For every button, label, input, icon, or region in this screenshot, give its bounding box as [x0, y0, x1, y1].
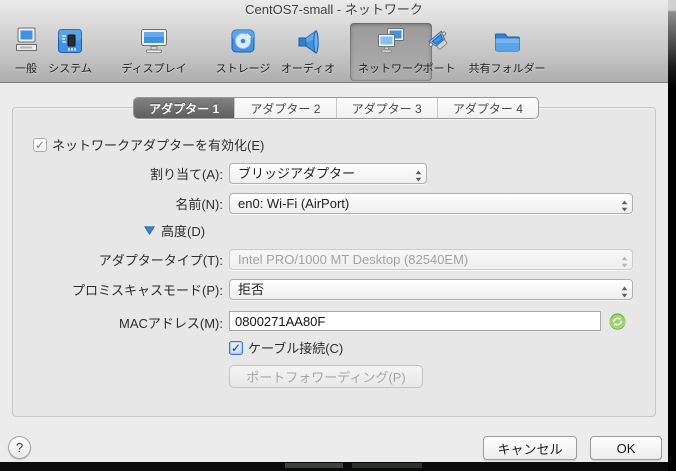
advanced-disclosure[interactable]: 高度(D)	[144, 221, 205, 240]
disclosure-triangle-icon	[144, 223, 155, 238]
cable-connected-label: ケーブル接続(C)	[248, 341, 344, 356]
storage-icon	[228, 23, 258, 59]
toolbar-label: 一般	[15, 63, 37, 75]
enable-adapter-label: ネットワークアダプターを有効化(E)	[52, 138, 265, 153]
toolbar-item-general[interactable]: 一般	[8, 23, 44, 81]
attached-to-label: 割り当て(A):	[150, 167, 223, 182]
general-icon	[11, 23, 41, 59]
attached-to-popup[interactable]: ブリッジアダプター	[229, 163, 427, 184]
advanced-label: 高度(D)	[161, 224, 206, 239]
enable-adapter-checkbox[interactable]: ✓	[33, 137, 47, 152]
audio-icon	[293, 23, 323, 59]
toolbar-item-ports[interactable]: ポート	[414, 23, 464, 81]
toolbar-label: システム	[48, 63, 92, 75]
ports-icon	[424, 23, 454, 59]
window-title: CentOS7-small - ネットワーク	[245, 2, 423, 17]
toolbar-label: オーディオ	[280, 63, 336, 75]
port-forwarding-button: ポートフォワーディング(P)	[229, 365, 423, 388]
name-label: 名前(N):	[175, 197, 223, 212]
background-fragment	[352, 463, 422, 468]
vm-settings-dialog: CentOS7-small - ネットワーク 一般 システム ディスプレイ スト…	[0, 0, 668, 462]
enable-adapter-row: ✓ ネットワークアダプターを有効化(E)	[33, 135, 264, 154]
name-value: en0: Wi-Fi (AirPort)	[238, 196, 350, 211]
system-icon	[55, 23, 85, 59]
adapter-type-label: アダプタータイプ(T):	[98, 253, 223, 268]
window-chrome: CentOS7-small - ネットワーク 一般 システム ディスプレイ スト…	[0, 0, 668, 83]
shared-folders-icon	[491, 23, 523, 59]
refresh-icon[interactable]	[609, 312, 626, 335]
name-popup[interactable]: en0: Wi-Fi (AirPort)	[229, 193, 633, 214]
toolbar-item-display[interactable]: ディスプレイ	[112, 23, 196, 81]
cancel-button[interactable]: キャンセル	[483, 436, 577, 460]
ok-button[interactable]: OK	[590, 436, 662, 460]
background-window-right-strip	[668, 0, 676, 471]
toolbar-item-audio[interactable]: オーディオ	[272, 23, 344, 81]
popup-stepper-icon	[621, 198, 628, 213]
popup-stepper-icon	[621, 284, 628, 299]
adapter-type-value: Intel PRO/1000 MT Desktop (82540EM)	[238, 252, 469, 267]
toolbar-item-shared-folders[interactable]: 共有フォルダー	[458, 23, 556, 81]
popup-stepper-icon	[621, 254, 628, 269]
attached-to-value: ブリッジアダプター	[238, 166, 356, 181]
toolbar-item-system[interactable]: システム	[44, 23, 96, 81]
toolbar-item-storage[interactable]: ストレージ	[206, 23, 280, 81]
toolbar-label: 共有フォルダー	[468, 63, 546, 75]
promiscuous-mode-label: プロミスキャスモード(P):	[72, 283, 223, 298]
promiscuous-mode-popup[interactable]: 拒否	[229, 279, 633, 300]
help-button[interactable]: ?	[8, 436, 31, 459]
cable-connected-checkbox[interactable]: ✓	[229, 340, 243, 355]
background-fragment	[285, 463, 343, 468]
toolbar-label: ディスプレイ	[121, 63, 187, 75]
adapter-tabs: アダプター 1 アダプター 2 アダプター 3 アダプター 4	[133, 97, 539, 119]
background-window-bottom-strip	[0, 462, 668, 471]
network-icon	[375, 23, 407, 59]
adapter-type-popup: Intel PRO/1000 MT Desktop (82540EM)	[229, 249, 633, 270]
mac-address-input[interactable]	[229, 311, 601, 331]
tab-adapter-2[interactable]: アダプター 2	[235, 98, 337, 118]
tab-adapter-1[interactable]: アダプター 1	[134, 98, 236, 118]
cable-connected-row: ✓ ケーブル接続(C)	[229, 338, 343, 357]
adapter-settings-groupbox: ✓ ネットワークアダプターを有効化(E) 割り当て(A): ブリッジアダプター …	[12, 107, 656, 417]
tab-adapter-4[interactable]: アダプター 4	[437, 98, 538, 118]
toolbar-label: ポート	[422, 63, 456, 75]
promiscuous-mode-value: 拒否	[238, 282, 265, 297]
mac-address-label: MACアドレス(M):	[119, 316, 223, 331]
display-icon	[138, 23, 170, 59]
toolbar-label: ストレージ	[215, 63, 271, 75]
popup-stepper-icon	[415, 168, 422, 183]
tab-adapter-3[interactable]: アダプター 3	[336, 98, 438, 118]
titlebar[interactable]: CentOS7-small - ネットワーク	[0, 0, 668, 22]
